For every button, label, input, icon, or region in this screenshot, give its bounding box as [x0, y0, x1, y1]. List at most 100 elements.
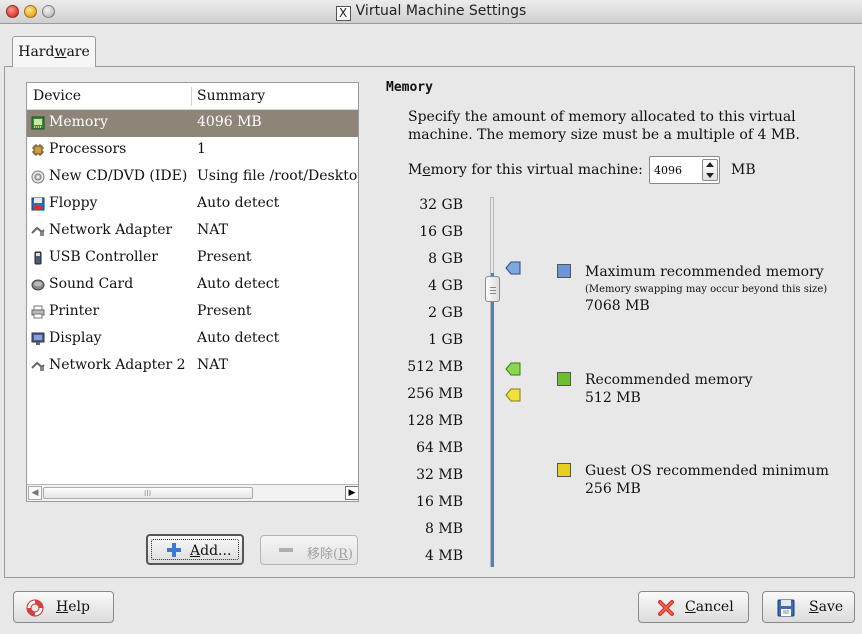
memory-field-label: Memory for this virtual machine: [408, 162, 643, 178]
max-recommended-title: Maximum recommended memory [585, 264, 824, 280]
remove-mnemonic: R [338, 547, 348, 562]
remove-device-button[interactable]: 移除(R) [260, 535, 358, 565]
memory-stepper[interactable] [702, 159, 718, 181]
scale-label: 64 MB [416, 440, 463, 456]
add-device-button[interactable]: Add... [146, 534, 244, 565]
window-title-wrap: X Virtual Machine Settings [0, 3, 862, 21]
scale-label: 8 GB [428, 251, 463, 267]
device-row-floppy[interactable]: Floppy Auto detect [27, 191, 358, 218]
column-divider[interactable] [191, 87, 192, 106]
memory-input[interactable] [652, 160, 696, 180]
help-label-rest: elp [68, 599, 90, 615]
recommended-swatch [557, 372, 571, 386]
remove-label-post: ) [347, 547, 353, 562]
tab-label-pre: Hard [18, 44, 55, 60]
memory-icon [31, 116, 45, 130]
tab-label-mnemonic: w [54, 44, 67, 60]
scroll-left-icon[interactable]: ◀ [28, 486, 42, 500]
save-mnemonic: S [809, 599, 819, 615]
network-icon [31, 226, 45, 236]
scale-label: 16 MB [416, 494, 463, 510]
device-row-sound-card[interactable]: Sound Card Auto detect [27, 272, 358, 299]
stepper-up-icon[interactable] [706, 162, 714, 167]
device-summary: NAT [197, 357, 228, 373]
device-name: Sound Card [49, 276, 134, 292]
device-summary: 4096 MB [197, 114, 262, 130]
device-row-usb-controller[interactable]: USB Controller Present [27, 245, 358, 272]
scale-label: 128 MB [407, 413, 463, 429]
device-row-network-adapter[interactable]: Network Adapter NAT [27, 218, 358, 245]
field-label-post: mory for this virtual machine: [430, 162, 643, 178]
scroll-grip: III [144, 489, 152, 498]
device-row-memory[interactable]: Memory 4096 MB [27, 110, 358, 137]
device-summary: Present [197, 249, 252, 265]
usb-icon [34, 251, 42, 265]
device-row-processors[interactable]: Processors 1 [27, 137, 358, 164]
cancel-label-rest: ancel [695, 599, 734, 615]
table-header: Device Summary [27, 83, 358, 110]
memory-spinbox[interactable] [649, 156, 720, 184]
minimum-marker-icon [505, 388, 521, 402]
cancel-button-label: Cancel [685, 599, 734, 615]
window-title: Virtual Machine Settings [355, 3, 527, 19]
lifebuoy-help-icon [26, 599, 44, 617]
scale-label: 2 GB [428, 305, 463, 321]
device-name: Memory [49, 114, 108, 130]
scale-label: 16 GB [419, 224, 463, 240]
save-button[interactable]: Save [762, 591, 855, 623]
recommended-value: 512 MB [585, 390, 641, 406]
device-name: Floppy [49, 195, 98, 211]
device-row-printer[interactable]: Printer Present [27, 299, 358, 326]
floppy-icon [31, 197, 45, 211]
scale-label: 8 MB [425, 521, 463, 537]
remove-label-pre: 移除( [307, 547, 339, 562]
add-button-label: Add... [190, 543, 231, 559]
horizontal-scrollbar[interactable]: ◀ III ▶ [27, 484, 358, 501]
help-mnemonic: H [56, 599, 69, 615]
device-name: New CD/DVD (IDE) [49, 168, 188, 184]
max-recommended-value: 7068 MB [585, 298, 650, 314]
device-name: USB Controller [49, 249, 158, 265]
help-button[interactable]: Help [13, 591, 114, 623]
device-name: Printer [49, 303, 100, 319]
save-label-rest: ave [818, 599, 844, 615]
cancel-mnemonic: C [685, 599, 696, 615]
max-recommended-note: (Memory swapping may occur beyond this s… [585, 284, 828, 295]
x11-app-icon: X [335, 6, 351, 21]
device-row-cd-dvd[interactable]: New CD/DVD (IDE) Using file /root/Deskto… [27, 164, 358, 191]
column-header-summary[interactable]: Summary [197, 88, 265, 104]
stepper-down-icon[interactable] [706, 173, 714, 178]
scale-label: 32 MB [416, 467, 463, 483]
sound-icon [31, 279, 45, 291]
cd-icon [31, 170, 45, 184]
scale-label: 32 GB [419, 197, 463, 213]
thumb-grip [490, 290, 496, 291]
minimum-title: Guest OS recommended minimum [585, 463, 829, 479]
display-icon [31, 332, 45, 345]
device-row-network-adapter-2[interactable]: Network Adapter 2 NAT [27, 353, 358, 380]
scale-label: 1 GB [428, 332, 463, 348]
device-row-display[interactable]: Display Auto detect [27, 326, 358, 353]
max-recommended-marker-icon [505, 261, 521, 275]
cancel-button[interactable]: Cancel [638, 591, 749, 623]
cancel-x-icon [658, 600, 674, 616]
device-name: Network Adapter 2 [49, 357, 186, 373]
minimum-value: 256 MB [585, 481, 641, 497]
column-header-device[interactable]: Device [33, 88, 81, 104]
add-mnemonic: A [190, 543, 201, 559]
scale-label: 4 GB [428, 278, 463, 294]
memory-slider-track-empty[interactable] [490, 197, 494, 273]
device-summary: Auto detect [197, 195, 280, 211]
scale-label: 256 MB [407, 386, 463, 402]
max-recommended-swatch [557, 264, 571, 278]
network-icon [31, 361, 45, 371]
scroll-right-icon[interactable]: ▶ [345, 486, 358, 500]
tab-hardware[interactable]: Hardware [12, 36, 96, 67]
tab-label-post: are [66, 44, 90, 60]
add-label-rest: dd... [200, 543, 232, 559]
scrollbar-thumb[interactable]: III [43, 487, 253, 499]
minimum-swatch [557, 463, 571, 477]
device-name: Network Adapter [49, 222, 173, 238]
plus-icon [167, 543, 181, 557]
memory-slider-thumb[interactable] [485, 276, 500, 302]
